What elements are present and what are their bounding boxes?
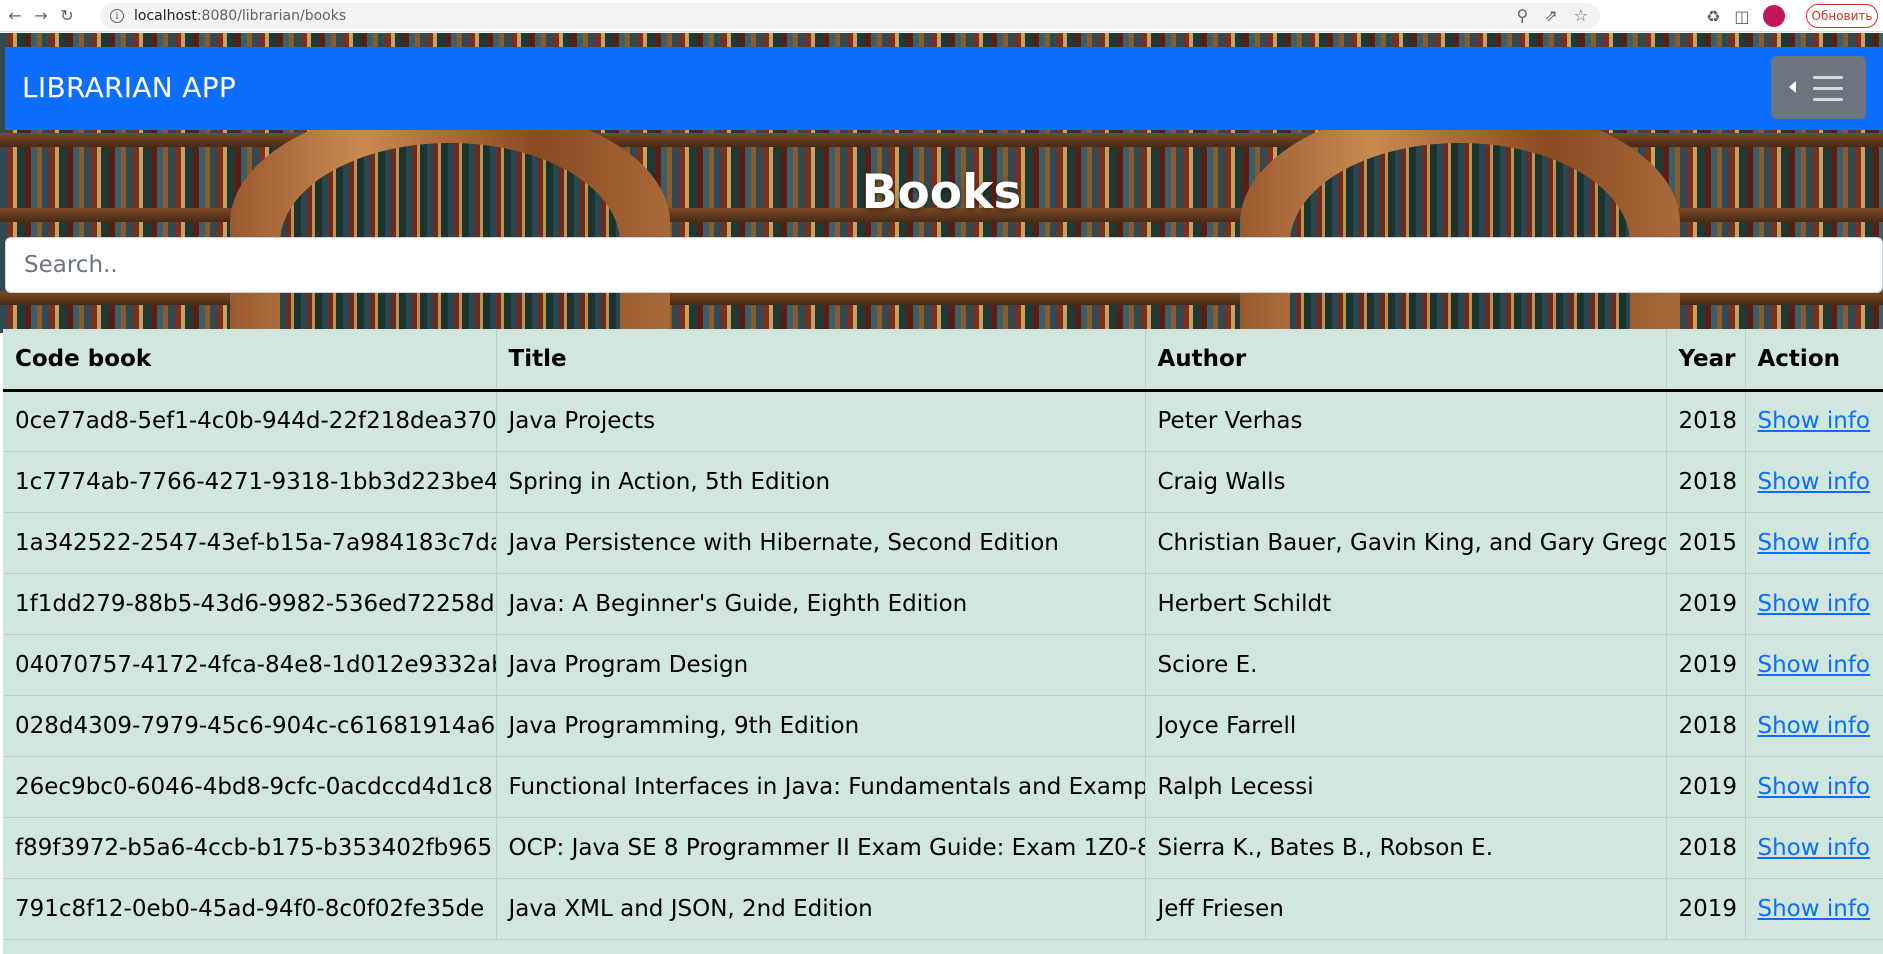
cell-title: Java Programming, 9th Edition xyxy=(496,695,1146,757)
cell-code: 1f1dd279-88b5-43d6-9982-536ed72258dc xyxy=(3,573,497,635)
cell-year: 2018 xyxy=(1666,390,1746,452)
cell-code: 1a342522-2547-43ef-b15a-7a984183c7da xyxy=(3,512,497,574)
cell-action: Show info xyxy=(1745,878,1883,940)
table-row: 04070757-4172-4fca-84e8-1d012e9332ab Jav… xyxy=(3,634,1883,696)
address-bar[interactable]: i localhost:8080/librarian/books ⚲ ⇗ ☆ xyxy=(100,3,1600,29)
cell-action: Show info xyxy=(1745,695,1883,757)
cell-code: 26ec9bc0-6046-4bd8-9cfc-0acdccd4d1c8 xyxy=(3,756,497,818)
cell-title: Functional Interfaces in Java: Fundament… xyxy=(496,756,1146,818)
url-path: :8080/librarian/books xyxy=(196,8,347,24)
table-row: 791c8f12-0eb0-45ad-94f0-8c0f02fe35de Jav… xyxy=(3,878,1883,940)
column-header-year[interactable]: Year xyxy=(1666,329,1746,392)
books-table: Code book Title Author Year Action 0ce77… xyxy=(3,329,1883,940)
books-table-container: Code book Title Author Year Action 0ce77… xyxy=(3,329,1883,954)
cell-author: Sciore E. xyxy=(1145,634,1667,696)
cell-year: 2018 xyxy=(1666,817,1746,879)
show-info-link[interactable]: Show info xyxy=(1758,591,1871,617)
column-header-action[interactable]: Action xyxy=(1745,329,1883,392)
table-row: 1a342522-2547-43ef-b15a-7a984183c7da Jav… xyxy=(3,512,1883,574)
cell-title: Java XML and JSON, 2nd Edition xyxy=(496,878,1146,940)
show-info-link[interactable]: Show info xyxy=(1758,408,1871,434)
share-icon[interactable]: ⇗ xyxy=(1544,6,1557,25)
info-icon[interactable]: i xyxy=(110,9,124,23)
page-title: Books xyxy=(861,165,1022,220)
back-arrow-icon[interactable]: ← xyxy=(4,5,26,27)
forward-arrow-icon[interactable]: → xyxy=(30,5,52,27)
cell-action: Show info xyxy=(1745,512,1883,574)
column-header-title[interactable]: Title xyxy=(496,329,1146,392)
show-info-link[interactable]: Show info xyxy=(1758,896,1871,922)
cell-year: 2018 xyxy=(1666,695,1746,757)
reload-icon[interactable]: ↻ xyxy=(56,5,78,27)
browser-toolbar: ← → ↻ i localhost:8080/librarian/books ⚲… xyxy=(0,0,1883,32)
cell-author: Sierra K., Bates B., Robson E. xyxy=(1145,817,1667,879)
zoom-icon[interactable]: ⚲ xyxy=(1517,6,1529,25)
show-info-link[interactable]: Show info xyxy=(1758,469,1871,495)
cell-action: Show info xyxy=(1745,451,1883,513)
show-info-link[interactable]: Show info xyxy=(1758,652,1871,678)
show-info-link[interactable]: Show info xyxy=(1758,530,1871,556)
extensions-puzzle-icon[interactable]: ♻ xyxy=(1706,7,1720,26)
table-row: 26ec9bc0-6046-4bd8-9cfc-0acdccd4d1c8 Fun… xyxy=(3,756,1883,818)
cell-year: 2015 xyxy=(1666,512,1746,574)
column-header-code[interactable]: Code book xyxy=(3,329,497,392)
table-row: 1f1dd279-88b5-43d6-9982-536ed72258dc Jav… xyxy=(3,573,1883,635)
cell-author: Jeff Friesen xyxy=(1145,878,1667,940)
bookmark-star-icon[interactable]: ☆ xyxy=(1574,6,1588,25)
cell-action: Show info xyxy=(1745,634,1883,696)
brand-logo-text[interactable]: LIBRARIAN APP xyxy=(22,71,236,104)
cell-title: Java: A Beginner's Guide, Eighth Edition xyxy=(496,573,1146,635)
url-host: localhost xyxy=(134,8,197,24)
table-header-row: Code book Title Author Year Action xyxy=(3,329,1883,392)
cell-author: Ralph Lecessi xyxy=(1145,756,1667,818)
cell-year: 2019 xyxy=(1666,878,1746,940)
cell-year: 2019 xyxy=(1666,756,1746,818)
show-info-link[interactable]: Show info xyxy=(1758,774,1871,800)
cell-code: 1c7774ab-7766-4271-9318-1bb3d223be4e xyxy=(3,451,497,513)
cell-action: Show info xyxy=(1745,573,1883,635)
table-row: 0ce77ad8-5ef1-4c0b-944d-22f218dea370 Jav… xyxy=(3,390,1883,452)
table-row: 028d4309-7979-45c6-904c-c61681914a68 Jav… xyxy=(3,695,1883,757)
cell-title: OCP: Java SE 8 Programmer II Exam Guide:… xyxy=(496,817,1146,879)
cell-year: 2019 xyxy=(1666,634,1746,696)
cell-title: Spring in Action, 5th Edition xyxy=(496,451,1146,513)
cell-code: 791c8f12-0eb0-45ad-94f0-8c0f02fe35de xyxy=(3,878,497,940)
address-url[interactable]: localhost:8080/librarian/books xyxy=(134,8,346,24)
cell-title: Java Program Design xyxy=(496,634,1146,696)
cell-action: Show info xyxy=(1745,817,1883,879)
cell-code: 028d4309-7979-45c6-904c-c61681914a68 xyxy=(3,695,497,757)
page-content: LIBRARIAN APP Books Code book Title xyxy=(0,33,1883,954)
navbar-toggle-button[interactable] xyxy=(1771,56,1866,119)
cell-author: Peter Verhas xyxy=(1145,390,1667,452)
cell-action: Show info xyxy=(1745,390,1883,452)
search-input[interactable] xyxy=(5,237,1883,293)
update-browser-button[interactable]: Обновить xyxy=(1806,4,1878,28)
column-header-author[interactable]: Author xyxy=(1145,329,1667,392)
cell-author: Craig Walls xyxy=(1145,451,1667,513)
cell-author: Herbert Schildt xyxy=(1145,573,1667,635)
table-row: f89f3972-b5a6-4ccb-b175-b353402fb965 OCP… xyxy=(3,817,1883,879)
top-navbar: LIBRARIAN APP xyxy=(5,47,1883,130)
show-info-link[interactable]: Show info xyxy=(1758,835,1871,861)
show-info-link[interactable]: Show info xyxy=(1758,713,1871,739)
caret-left-icon xyxy=(1789,81,1796,93)
cell-year: 2018 xyxy=(1666,451,1746,513)
profile-avatar[interactable] xyxy=(1763,5,1786,27)
cell-author: Joyce Farrell xyxy=(1145,695,1667,757)
cell-year: 2019 xyxy=(1666,573,1746,635)
table-row: 1c7774ab-7766-4271-9318-1bb3d223be4e Spr… xyxy=(3,451,1883,513)
cell-code: 04070757-4172-4fca-84e8-1d012e9332ab xyxy=(3,634,497,696)
side-panel-icon[interactable]: ◫ xyxy=(1734,7,1749,26)
cell-title: Java Persistence with Hibernate, Second … xyxy=(496,512,1146,574)
cell-code: f89f3972-b5a6-4ccb-b175-b353402fb965 xyxy=(3,817,497,879)
cell-author: Christian Bauer, Gavin King, and Gary Gr… xyxy=(1145,512,1667,574)
cell-action: Show info xyxy=(1745,756,1883,818)
hamburger-menu-icon xyxy=(1813,76,1843,109)
cell-title: Java Projects xyxy=(496,390,1146,452)
cell-code: 0ce77ad8-5ef1-4c0b-944d-22f218dea370 xyxy=(3,390,497,452)
